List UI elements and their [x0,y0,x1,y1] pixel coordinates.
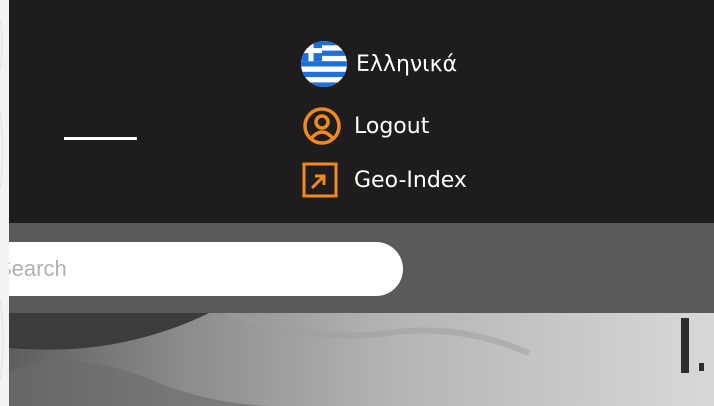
search-bar [9,223,714,313]
language-switch-link[interactable]: Ελληνικά [300,40,457,88]
logout-link[interactable]: Logout [300,104,429,148]
geo-index-link[interactable]: Geo-Index [298,158,467,202]
external-link-icon [298,158,342,202]
hero-image [9,313,714,406]
hamburger-menu-icon[interactable] [64,137,137,140]
hero-image-texture [9,313,714,406]
logout-label: Logout [354,113,430,139]
greek-flag-icon [300,40,348,88]
user-circle-icon [300,104,344,148]
geo-index-label: Geo-Index [354,167,467,193]
language-label: Ελληνικά [356,51,458,77]
search-input[interactable] [9,242,403,296]
